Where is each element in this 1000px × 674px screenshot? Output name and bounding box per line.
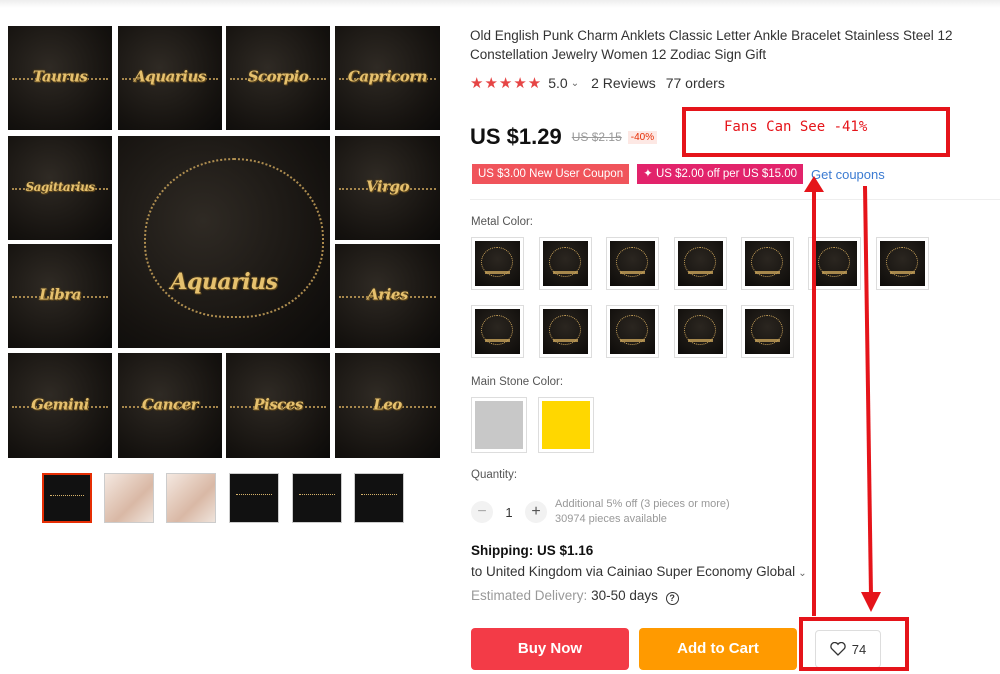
delivery-days: 30-50 days	[591, 588, 658, 603]
divider	[470, 199, 1000, 200]
help-icon[interactable]: ?	[665, 592, 679, 605]
top-shadow	[0, 0, 1000, 8]
discount-badge: -40%	[627, 130, 658, 144]
swatch-sagittarius[interactable]	[741, 237, 794, 290]
shipping-destination-text: to United Kingdom via Cainiao Super Econ…	[471, 564, 796, 579]
shipping-cost: Shipping: US $1.16	[471, 543, 594, 558]
tile-virgo: Virgo	[335, 136, 440, 240]
rating-row: ★★★★★ 5.0 ⌄ 2 Reviews 77 orders	[470, 74, 725, 92]
tile-capricorn: Capricorn	[335, 26, 440, 130]
chevron-down-icon[interactable]: ⌄	[571, 78, 579, 89]
rating-value[interactable]: 5.0	[548, 75, 567, 91]
quantity-note: Additional 5% off (3 pieces or more) 309…	[555, 497, 730, 527]
tile-aquarius: Aquarius	[118, 26, 222, 130]
orders-count: 77 orders	[665, 75, 725, 91]
annotation-arrowhead-up	[804, 176, 824, 192]
swatch-aries[interactable]	[471, 305, 524, 358]
swatch-cancer[interactable]	[539, 305, 592, 358]
annotation-text: Fans Can See -41%	[724, 119, 868, 135]
thumbnail-4[interactable]	[229, 473, 279, 523]
swatch-gemini[interactable]	[606, 305, 659, 358]
swatch-taurus[interactable]	[471, 237, 524, 290]
annotation-arrow-right	[861, 186, 881, 612]
thumbnail-2[interactable]	[104, 473, 154, 523]
stone-swatch-gold[interactable]	[538, 397, 594, 453]
stock-available: 30974 pieces available	[555, 513, 667, 525]
product-title: Old English Punk Charm Anklets Classic L…	[470, 28, 953, 62]
quantity-input[interactable]: 1	[493, 505, 525, 520]
estimated-delivery: Estimated Delivery: 30-50 days ?	[471, 588, 679, 605]
tile-center-bracelet: Aquarius	[118, 136, 330, 348]
swatch-capricorn[interactable]	[674, 237, 727, 290]
quantity-label: Quantity:	[471, 469, 518, 481]
add-to-cart-button[interactable]: Add to Cart	[639, 628, 797, 670]
swatch-leo[interactable]	[741, 305, 794, 358]
metal-color-label: Metal Color:	[471, 216, 533, 228]
reviews-link[interactable]: 2 Reviews	[591, 75, 656, 91]
annotation-arrow-left	[812, 186, 816, 616]
thumbnail-1[interactable]	[42, 473, 92, 523]
thumbnail-6[interactable]	[354, 473, 404, 523]
bulk-discount-note: Additional 5% off (3 pieces or more)	[555, 498, 730, 510]
tile-taurus: Taurus	[8, 26, 112, 130]
product-main-image[interactable]: Taurus Aquarius Scorpio Capricorn Sagitt…	[8, 26, 440, 458]
tile-pisces: Pisces	[226, 353, 330, 458]
tile-leo: Leo	[335, 353, 440, 458]
quantity-minus-button[interactable]: −	[471, 501, 493, 523]
price-row: US $1.29 US $2.15 -40%	[470, 124, 658, 150]
tile-aries: Aries	[335, 244, 440, 348]
store-coupon[interactable]: ✦ US $2.00 off per US $15.00	[637, 164, 804, 184]
shipping-destination[interactable]: to United Kingdom via Cainiao Super Econ…	[471, 564, 807, 579]
quantity-stepper: − 1 + Additional 5% off (3 pieces or mor…	[471, 497, 730, 527]
original-price: US $2.15	[571, 130, 622, 144]
chevron-down-icon: ⌄	[798, 568, 807, 579]
stone-color-label: Main Stone Color:	[471, 376, 564, 388]
tile-scorpio: Scorpio	[226, 26, 330, 130]
stone-swatch-silver[interactable]	[471, 397, 527, 453]
swatch-aquarius[interactable]	[539, 237, 592, 290]
swatch-scorpio[interactable]	[606, 237, 659, 290]
thumbnail-3[interactable]	[166, 473, 216, 523]
current-price: US $1.29	[470, 124, 562, 149]
rating-stars-icon: ★★★★★	[470, 75, 543, 92]
tile-sagittarius: Sagittarius	[8, 136, 112, 240]
thumbnail-5[interactable]	[292, 473, 342, 523]
delivery-label: Estimated Delivery:	[471, 588, 588, 603]
quantity-plus-button[interactable]: +	[525, 501, 547, 523]
tile-libra: Libra	[8, 244, 112, 348]
tile-cancer: Cancer	[118, 353, 222, 458]
annotation-box-wishlist	[799, 617, 909, 671]
new-user-coupon[interactable]: US $3.00 New User Coupon	[472, 164, 630, 184]
buy-now-button[interactable]: Buy Now	[471, 628, 629, 670]
tile-gemini: Gemini	[8, 353, 112, 458]
swatch-pisces[interactable]	[674, 305, 727, 358]
